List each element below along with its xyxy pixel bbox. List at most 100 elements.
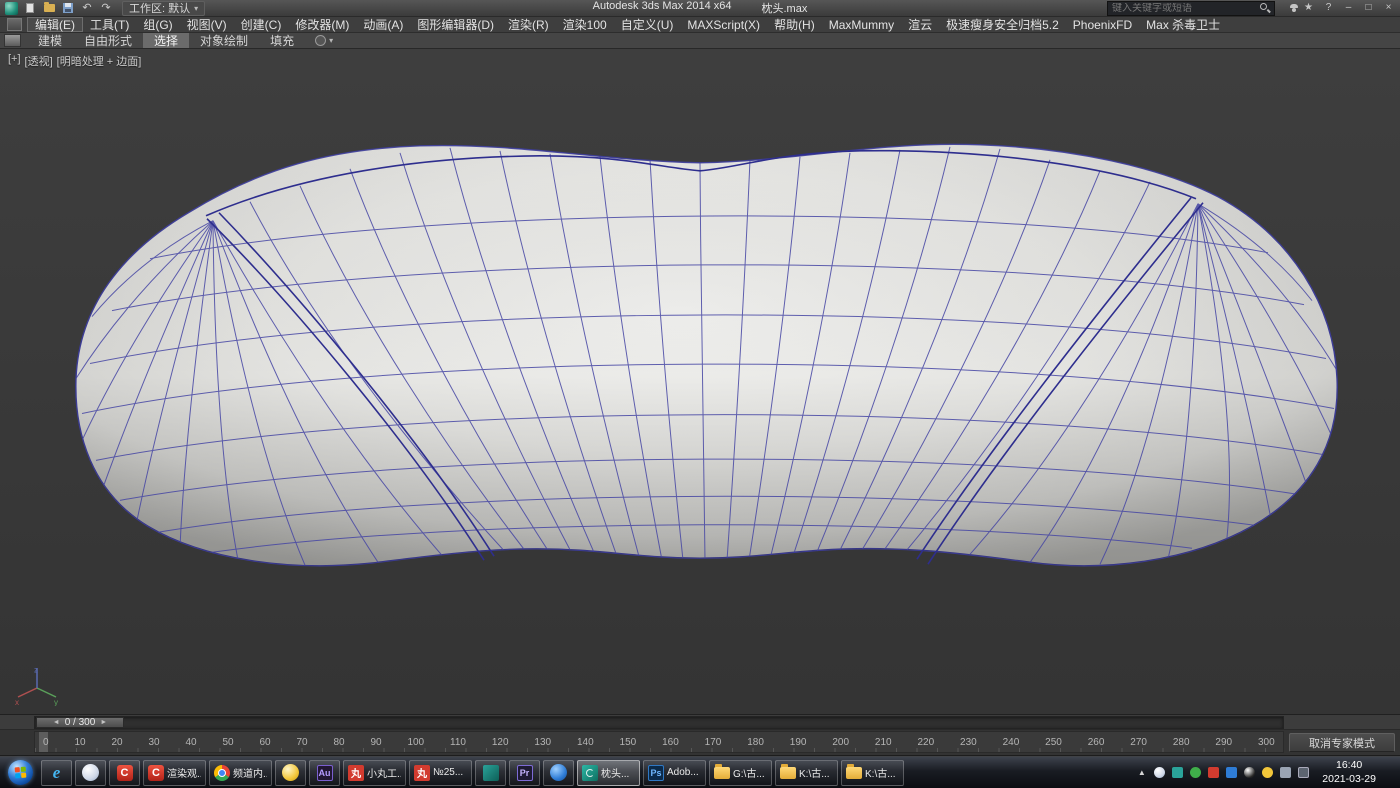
taskbar-window-render-viewer[interactable]: C 渲染观... <box>143 760 206 786</box>
menu-maxmummy[interactable]: MaxMummy <box>822 17 901 32</box>
tray-icon-1[interactable] <box>1153 766 1166 779</box>
menu-render-cloud[interactable]: 渲云 <box>901 17 939 32</box>
menu-antivirus-guard[interactable]: Max 杀毒卫士 <box>1139 17 1227 32</box>
show-hidden-icons-chevron[interactable]: ▲ <box>1135 766 1148 779</box>
ribbon-minimize-icon[interactable]: ▾ <box>315 35 333 46</box>
menu-modifiers[interactable]: 修改器(M) <box>288 17 356 32</box>
menubar-app-icon[interactable] <box>7 18 22 31</box>
tray-icon-2[interactable] <box>1171 766 1184 779</box>
menu-group[interactable]: 组(G) <box>136 17 179 32</box>
taskbar-premiere-button[interactable]: Pr <box>509 760 540 786</box>
tab-selection[interactable]: 选择 <box>143 33 189 48</box>
taskbar-app-button-teal[interactable] <box>475 760 506 786</box>
viewport-shading-menu[interactable]: [明暗处理 + 边面] <box>57 53 142 69</box>
ruler-tick: 10 <box>74 737 85 748</box>
tab-object-paint[interactable]: 对象绘制 <box>189 33 259 48</box>
tray-clock[interactable]: 16:40 2021-03-29 <box>1322 759 1376 786</box>
taskbar-window-photoshop[interactable]: Ps Adob... <box>643 760 706 786</box>
taskbar-window-folder-k2[interactable]: K:\古... <box>841 760 904 786</box>
time-slider-handle[interactable]: ◄ 0 / 300 ► <box>36 717 124 728</box>
start-button[interactable] <box>2 757 38 788</box>
ruler-tick: 70 <box>296 737 307 748</box>
taskbar-ie-button[interactable]: e <box>41 760 72 786</box>
tab-modeling[interactable]: 建模 <box>27 33 73 48</box>
menu-maxscript[interactable]: MAXScript(X) <box>680 17 767 32</box>
menu-help[interactable]: 帮助(H) <box>767 17 822 32</box>
tray-icon-9[interactable] <box>1297 766 1310 779</box>
ie-icon: e <box>49 765 65 781</box>
system-tray: ▲ 16:40 2021-03-29 <box>1135 759 1398 786</box>
viewport-pov-menu[interactable]: [透视] <box>25 53 53 69</box>
menu-rendering[interactable]: 渲染(R) <box>501 17 556 32</box>
taskbar-audition-button[interactable]: Au <box>309 760 340 786</box>
taskbar-window-3dsmax[interactable]: 枕头... <box>577 760 640 786</box>
menu-render100[interactable]: 渲染100 <box>556 17 614 32</box>
teal-app-icon <box>483 765 499 781</box>
tray-icon-7[interactable] <box>1261 766 1274 779</box>
search-icon[interactable] <box>1260 3 1270 13</box>
window-label: K:\古... <box>865 765 896 780</box>
help-icon[interactable]: ? <box>1322 3 1335 13</box>
taskbar-app-button-blue[interactable] <box>543 760 574 786</box>
time-slider-track[interactable]: ◄ 0 / 300 ► <box>34 716 1284 729</box>
workspace-selector[interactable]: 工作区: 默认 ▾ <box>122 1 205 16</box>
menu-customize[interactable]: 自定义(U) <box>614 17 681 32</box>
tray-icon-6[interactable] <box>1243 766 1256 779</box>
track-bar-row: 0 10 20 30 40 50 60 70 80 90 100 110 120… <box>0 730 1400 756</box>
undo-icon[interactable]: ↶ <box>80 2 94 15</box>
tray-icon-5[interactable] <box>1225 766 1238 779</box>
tab-freeform[interactable]: 自由形式 <box>73 33 143 48</box>
track-bar-ruler[interactable]: 0 10 20 30 40 50 60 70 80 90 100 110 120… <box>34 731 1284 753</box>
cancel-expert-mode-button[interactable]: 取消专家模式 <box>1289 733 1395 752</box>
taskbar-window-folder-k1[interactable]: K:\古... <box>775 760 838 786</box>
ruler-tick: 210 <box>875 737 892 748</box>
menu-animation[interactable]: 动画(A) <box>356 17 410 32</box>
taskbar-browser-button[interactable] <box>75 760 106 786</box>
menu-views[interactable]: 视图(V) <box>180 17 234 32</box>
ruler-tick: 190 <box>790 737 807 748</box>
close-icon[interactable]: × <box>1382 3 1395 13</box>
previous-frame-icon[interactable]: ◄ <box>53 719 60 726</box>
audition-icon: Au <box>317 765 333 781</box>
clock-date: 2021-03-29 <box>1322 773 1376 787</box>
menu-edit[interactable]: 编辑(E) <box>27 17 83 32</box>
taskbar-app-button-yellow[interactable] <box>275 760 306 786</box>
open-file-icon[interactable] <box>42 2 56 15</box>
taskbar-window-xiaowan-1[interactable]: 丸 小丸工... <box>343 760 406 786</box>
ribbon-app-icon[interactable] <box>4 34 21 47</box>
tab-populate[interactable]: 填充 <box>259 33 305 48</box>
taskbar-window-xiaowan-2[interactable]: 丸 №25... <box>409 760 472 786</box>
next-frame-icon[interactable]: ► <box>100 719 107 726</box>
pillow-model[interactable] <box>0 49 1400 714</box>
window-label: 渲染观... <box>167 765 201 780</box>
minimize-icon[interactable]: – <box>1342 3 1355 13</box>
redo-icon[interactable]: ↷ <box>99 2 113 15</box>
tray-icon-8[interactable] <box>1279 766 1292 779</box>
menu-tools[interactable]: 工具(T) <box>83 17 136 32</box>
chrome-icon <box>214 765 230 781</box>
yellow-app-icon <box>282 764 299 781</box>
menu-slim-archive[interactable]: 极速瘦身安全归档5.2 <box>939 17 1066 32</box>
ruler-tick: 130 <box>534 737 551 748</box>
tray-icon-3[interactable] <box>1189 766 1202 779</box>
ruler-tick: 20 <box>111 737 122 748</box>
menu-create[interactable]: 创建(C) <box>234 17 289 32</box>
menu-graph-editors[interactable]: 图形编辑器(D) <box>410 17 501 32</box>
taskbar-window-chrome[interactable]: 频道内... <box>209 760 272 786</box>
max-logo-icon[interactable] <box>5 2 18 15</box>
ruler-tick: 200 <box>832 737 849 748</box>
taskbar-ccleaner-button[interactable]: C <box>109 760 140 786</box>
search-input[interactable] <box>1112 3 1256 14</box>
svg-text:z: z <box>34 666 38 675</box>
menu-phoenixfd[interactable]: PhoenixFD <box>1066 17 1139 32</box>
taskbar-window-folder-g[interactable]: G:\古... <box>709 760 772 786</box>
restore-icon[interactable]: □ <box>1362 3 1375 13</box>
favorites-icon[interactable]: ★ <box>1302 3 1315 13</box>
ruler-tick: 50 <box>222 737 233 748</box>
ruler-tick: 140 <box>577 737 594 748</box>
new-scene-icon[interactable] <box>23 2 37 15</box>
perspective-viewport[interactable]: [+] [透视] [明暗处理 + 边面] x y z <box>0 49 1400 715</box>
viewport-general-menu[interactable]: [+] <box>8 53 21 69</box>
save-file-icon[interactable] <box>61 2 75 15</box>
tray-icon-4[interactable] <box>1207 766 1220 779</box>
